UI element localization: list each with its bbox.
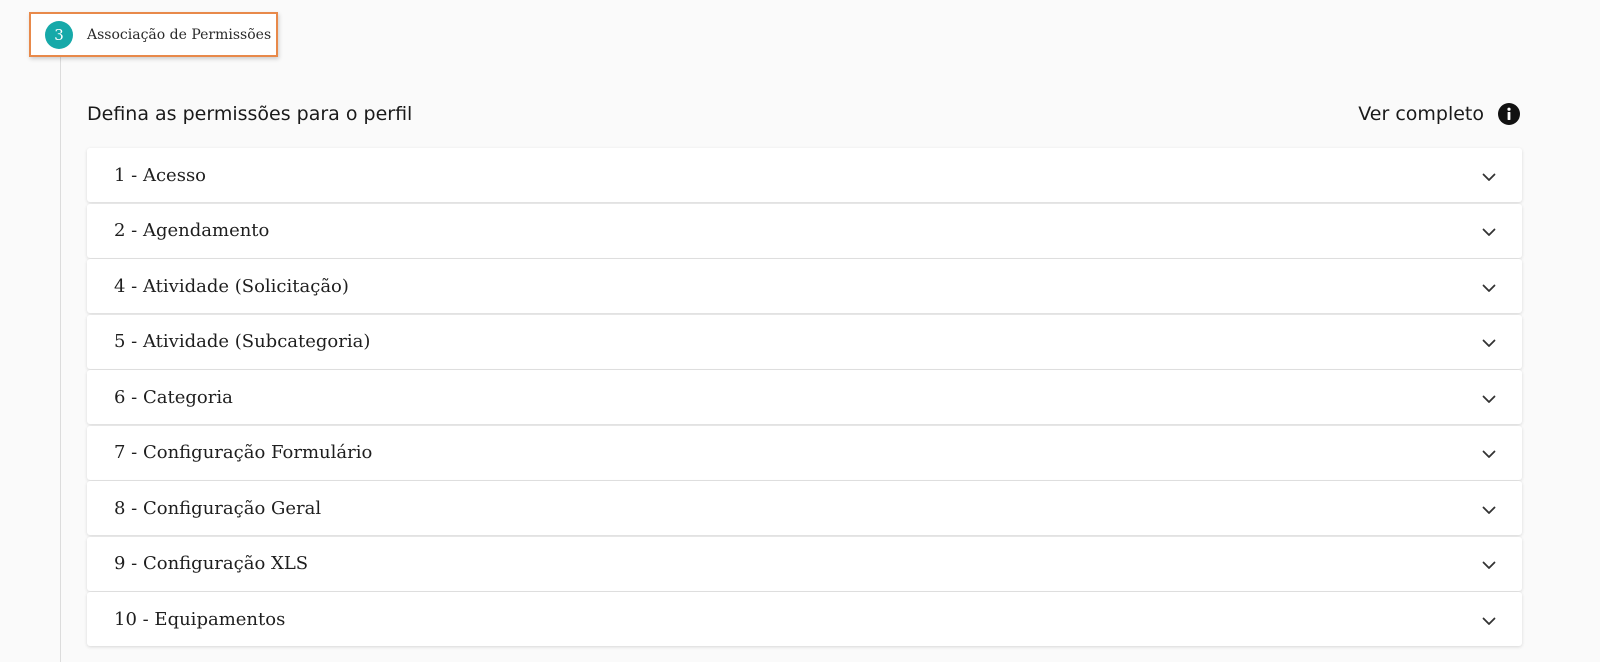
step-number-badge: 3 xyxy=(45,20,73,49)
accordion-item-label: 9 - Configuração XLS xyxy=(114,553,309,574)
chevron-down-icon[interactable] xyxy=(1482,561,1496,570)
accordion-item-configuracao-formulario[interactable]: 7 - Configuração Formulário xyxy=(87,425,1522,480)
accordion-item-atividade-solicitacao[interactable]: 4 - Atividade (Solicitação) xyxy=(87,259,1522,313)
chevron-down-icon[interactable] xyxy=(1482,395,1496,404)
accordion-item-agendamento[interactable]: 2 - Agendamento xyxy=(87,203,1522,258)
view-full-button[interactable]: Ver completo xyxy=(1358,103,1524,125)
accordion-item-label: 6 - Categoria xyxy=(114,386,233,408)
step-label: Associação de Permissões xyxy=(87,26,272,43)
accordion-item-label: 1 - Acesso xyxy=(114,164,207,186)
accordion-item-label: 10 - Equipamentos xyxy=(114,608,286,630)
step-indicator[interactable]: 3 Associação de Permissões xyxy=(29,12,278,57)
section-header: Defina as permissões para o perfil Ver c… xyxy=(87,98,1524,130)
accordion-item-label: 2 - Agendamento xyxy=(114,220,270,241)
chevron-down-icon[interactable] xyxy=(1482,617,1496,626)
accordion-item-configuracao-xls[interactable]: 9 - Configuração XLS xyxy=(87,536,1522,591)
chevron-down-icon[interactable] xyxy=(1482,228,1496,237)
accordion-item-label: 5 - Atividade (Subcategoria) xyxy=(114,331,371,352)
chevron-down-icon[interactable] xyxy=(1482,339,1496,348)
chevron-down-icon[interactable] xyxy=(1482,450,1496,459)
accordion-item-label: 4 - Atividade (Solicitação) xyxy=(114,275,349,297)
section-title: Defina as permissões para o perfil xyxy=(87,103,413,125)
chevron-down-icon[interactable] xyxy=(1482,506,1496,515)
view-full-label: Ver completo xyxy=(1358,103,1484,125)
accordion-item-label: 8 - Configuração Geral xyxy=(114,497,322,519)
accordion-item-categoria[interactable]: 6 - Categoria xyxy=(87,370,1522,424)
accordion-item-equipamentos[interactable]: 10 - Equipamentos xyxy=(87,592,1522,646)
accordion-item-acesso[interactable]: 1 - Acesso xyxy=(87,148,1522,202)
chevron-down-icon[interactable] xyxy=(1482,284,1496,293)
accordion-item-atividade-subcategoria[interactable]: 5 - Atividade (Subcategoria) xyxy=(87,314,1522,369)
permissions-page: 3 Associação de Permissões Defina as per… xyxy=(0,0,1600,662)
accordion-item-configuracao-geral[interactable]: 8 - Configuração Geral xyxy=(87,481,1522,535)
accordion-item-label: 7 - Configuração Formulário xyxy=(114,442,373,463)
permissions-accordion: 1 - Acesso 2 - Agendamento 4 - Atividade… xyxy=(87,148,1522,648)
stepper-timeline-line xyxy=(60,56,61,662)
info-icon[interactable] xyxy=(1498,103,1520,125)
chevron-down-icon[interactable] xyxy=(1482,173,1496,182)
